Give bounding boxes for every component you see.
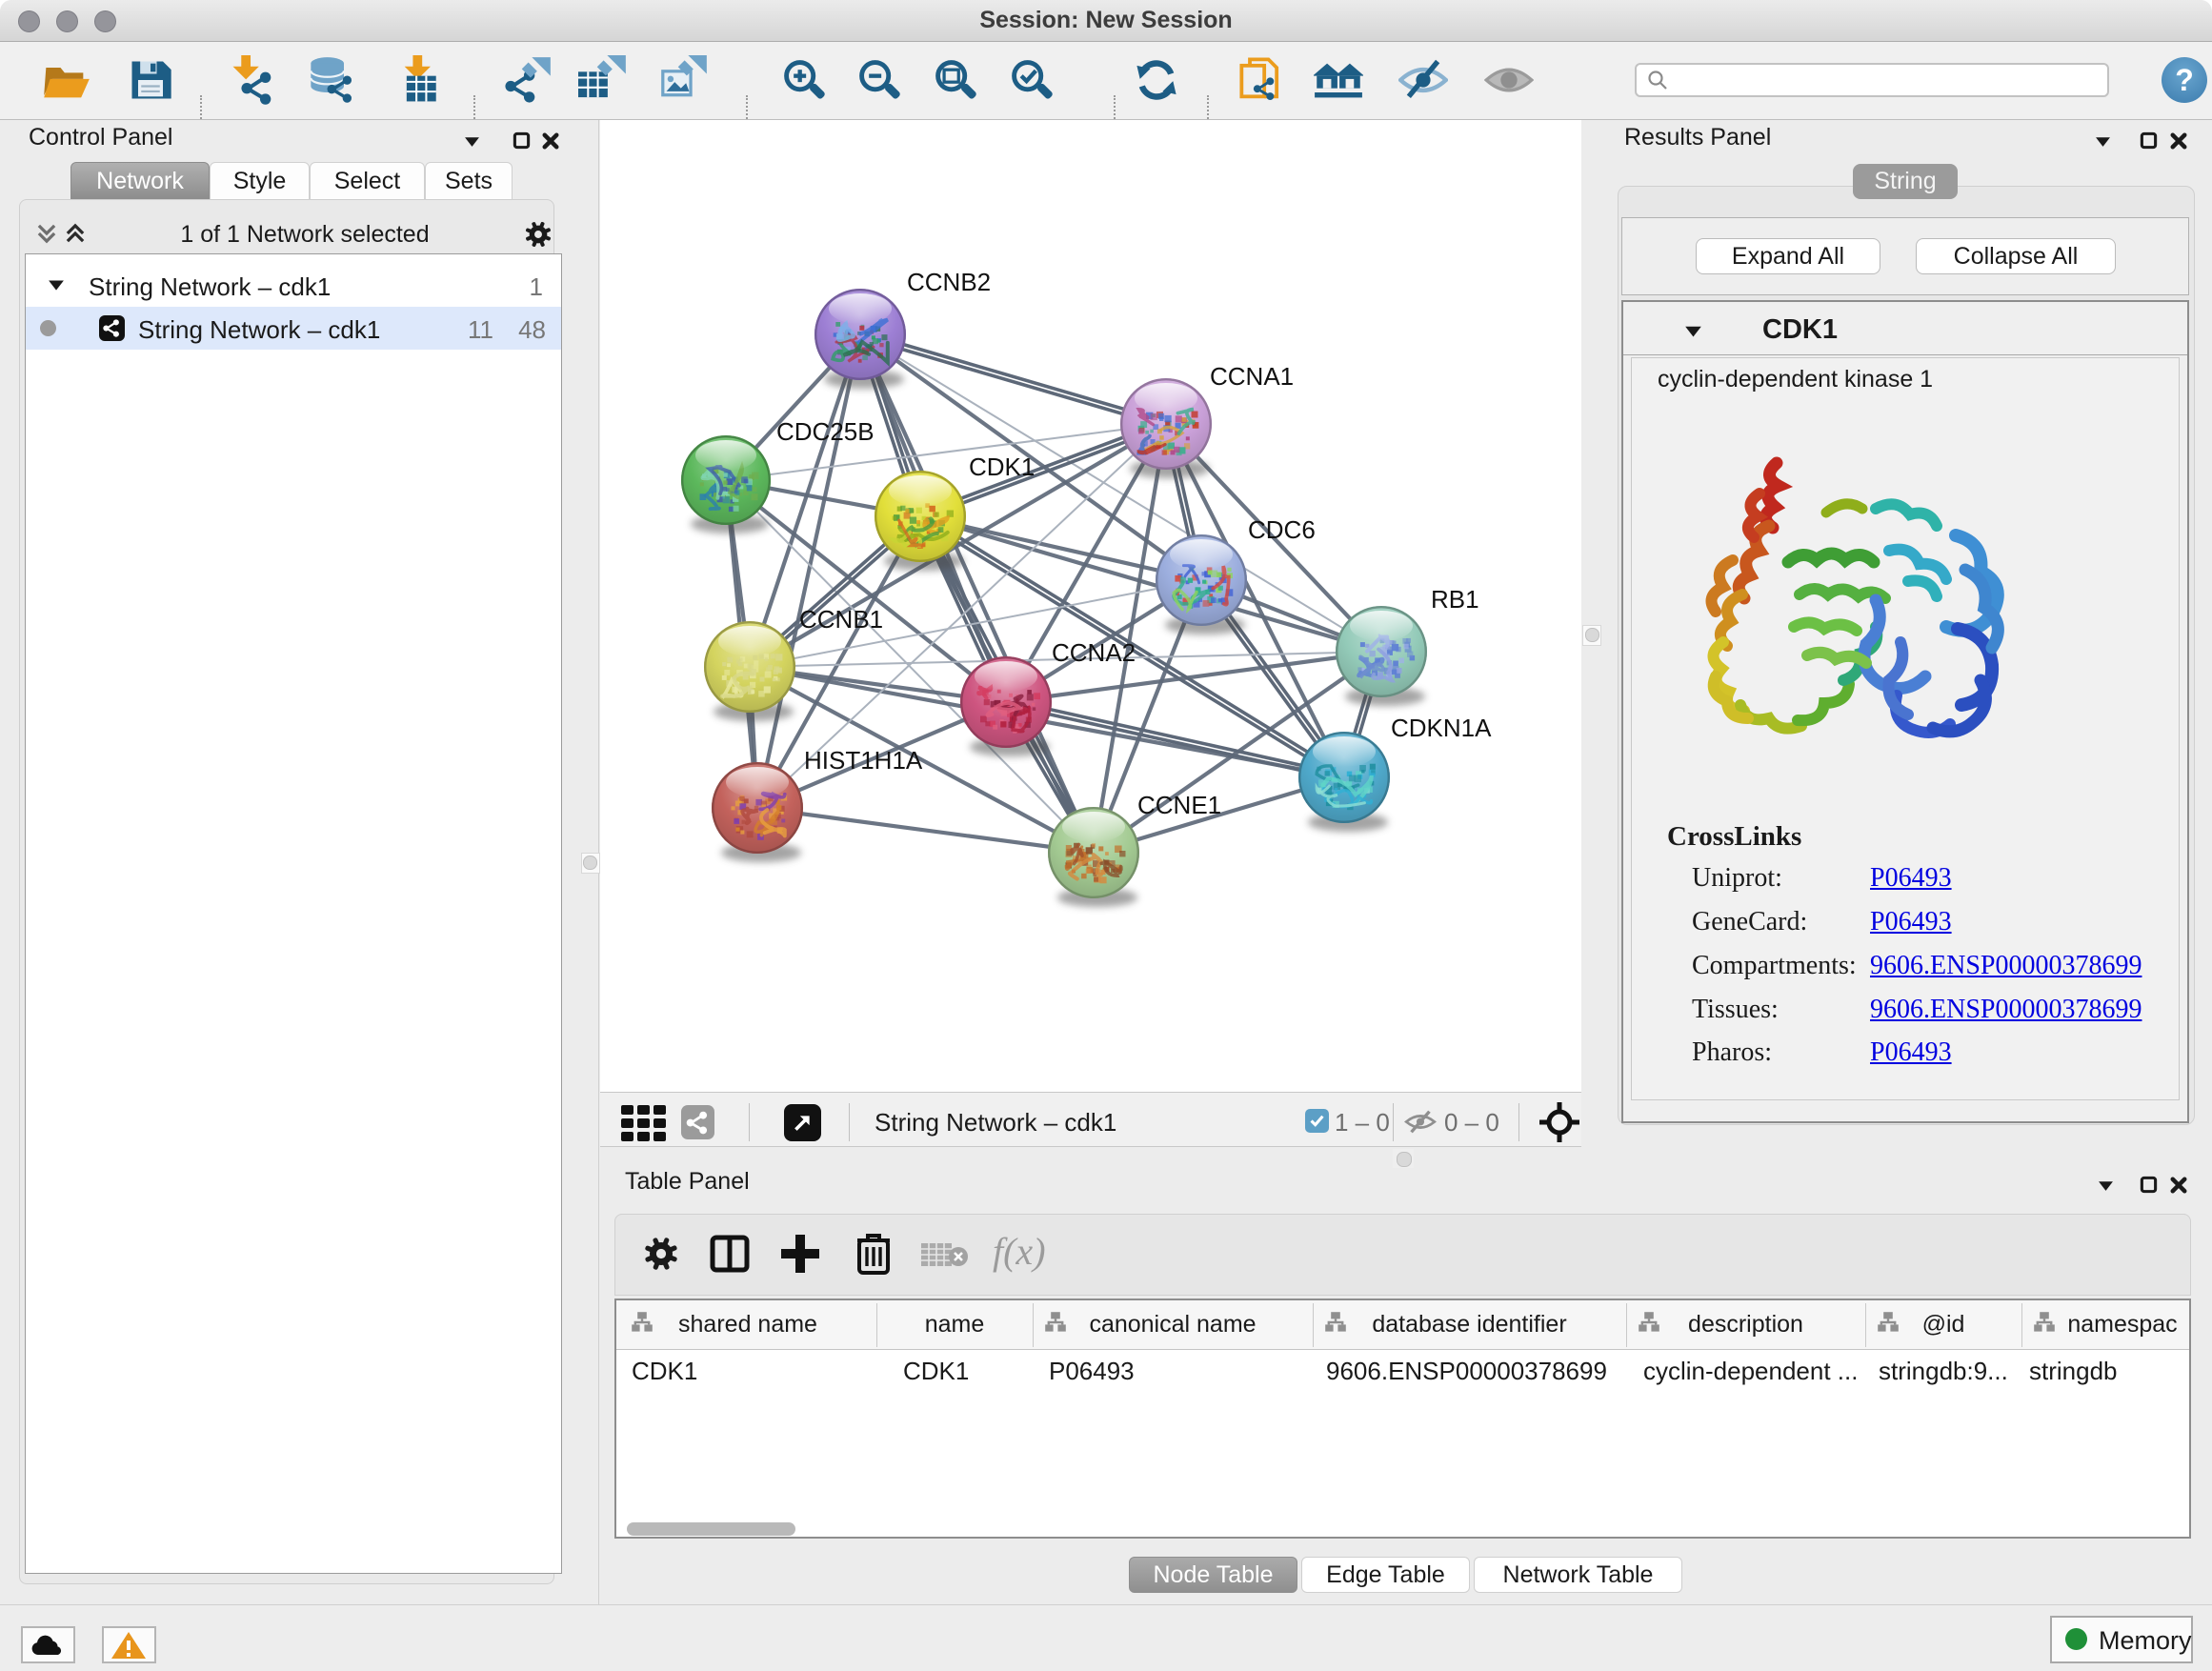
svg-text:CDC6: CDC6 — [1248, 515, 1316, 544]
svg-text:CCNB2: CCNB2 — [907, 268, 991, 296]
svg-text:HIST1H1A: HIST1H1A — [804, 746, 923, 775]
svg-text:CCNE1: CCNE1 — [1137, 791, 1221, 819]
svg-text:CCNA2: CCNA2 — [1052, 638, 1136, 667]
svg-text:CDC25B: CDC25B — [776, 417, 875, 446]
svg-text:CDKN1A: CDKN1A — [1391, 714, 1492, 742]
svg-text:CCNA1: CCNA1 — [1210, 362, 1294, 391]
svg-text:CDK1: CDK1 — [969, 453, 1035, 481]
svg-text:RB1: RB1 — [1431, 585, 1479, 614]
svg-text:CCNB1: CCNB1 — [799, 605, 883, 634]
